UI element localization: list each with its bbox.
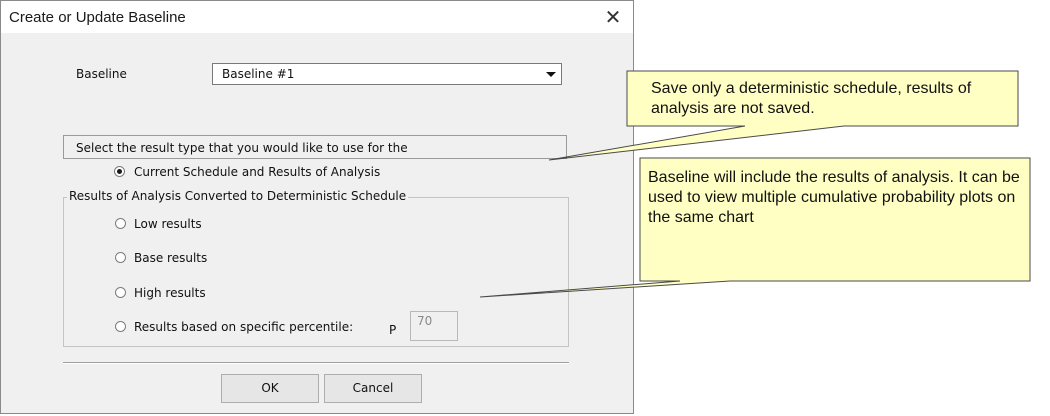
- top-callout-text: Save only a deterministic schedule, resu…: [651, 80, 972, 117]
- bottom-callout-text: Baseline will include the results of ana…: [648, 169, 1020, 226]
